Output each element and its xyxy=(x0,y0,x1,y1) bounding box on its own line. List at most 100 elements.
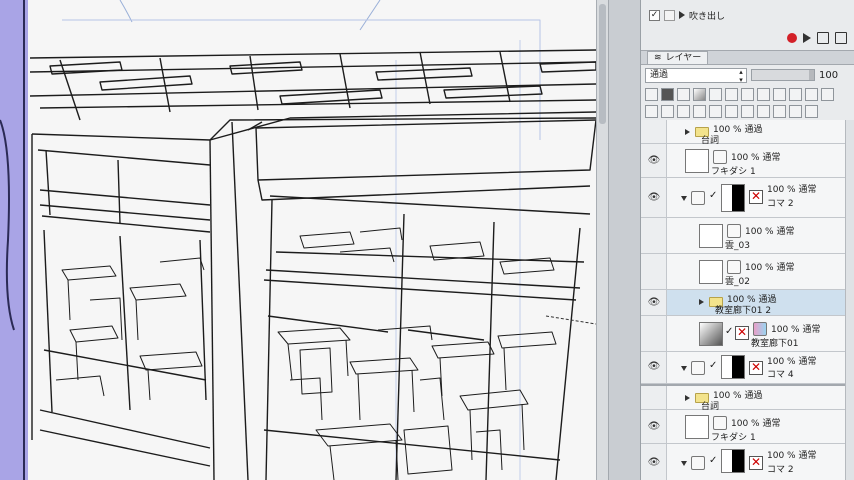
clip-icon[interactable] xyxy=(661,87,674,101)
layer-row-selected[interactable]: 👁 100 % 通過 教室廊下01 2 xyxy=(641,290,854,316)
color-icon[interactable] xyxy=(645,87,658,101)
eye-icon[interactable]: 👁 xyxy=(647,154,661,168)
layer-action-icons xyxy=(641,103,854,119)
layer-thumbnail xyxy=(721,449,745,473)
transfer-icon[interactable] xyxy=(725,104,738,118)
eye-icon[interactable]: 👁 xyxy=(647,360,661,374)
ruler-link-icon[interactable] xyxy=(773,104,786,118)
expand-arrow-icon[interactable] xyxy=(685,129,690,135)
balloon-checkbox[interactable]: ✓ xyxy=(649,9,660,21)
balloon-lock-box[interactable] xyxy=(664,9,675,21)
play-icon[interactable] xyxy=(803,33,811,43)
layer-row[interactable]: ✓ 100 % 通常 教室廊下01 xyxy=(641,316,854,352)
new-vector-icon[interactable] xyxy=(661,104,674,118)
tone-icon[interactable] xyxy=(805,87,818,101)
expand-triangle-icon[interactable] xyxy=(679,11,685,19)
blend-row: 通過 100 xyxy=(641,66,854,84)
drawing-canvas[interactable] xyxy=(0,0,596,480)
new-raster-icon[interactable] xyxy=(645,104,658,118)
layer-thumbnail xyxy=(685,149,709,173)
layer-thumbnail xyxy=(699,224,723,248)
layer-name: 雲_03 xyxy=(725,241,750,251)
layer-row[interactable]: 👁 ✓ 100 % 通常 コマ 2 xyxy=(641,444,854,480)
action-toolbar xyxy=(641,28,854,48)
record-icon[interactable] xyxy=(787,33,797,43)
duplicate-icon[interactable] xyxy=(709,104,722,118)
layer-row[interactable]: 100 % 通過 台詞 xyxy=(641,386,854,412)
ruler-icon[interactable] xyxy=(773,87,786,101)
layer-name: 教室廊下01 2 xyxy=(715,306,772,316)
mask-thumbnail xyxy=(749,455,763,470)
tab-layers-label: レイヤー xyxy=(665,52,702,63)
eye-column xyxy=(641,386,667,409)
layer-name: フキダシ 1 xyxy=(711,433,756,443)
layer-row[interactable]: 100 % 通常 雲_03 xyxy=(641,218,854,254)
delete-layer-icon[interactable] xyxy=(805,104,818,118)
layer-row[interactable]: 👁 100 % 通常 フキダシ 1 xyxy=(641,410,854,444)
layer-thumbnail xyxy=(699,322,723,346)
collapse-arrow-icon[interactable] xyxy=(681,461,687,466)
pen-icon[interactable] xyxy=(693,87,706,101)
gradient-layer-icon xyxy=(753,322,767,336)
balloon-layer-icon xyxy=(713,416,727,430)
scrollbar-thumb[interactable] xyxy=(599,4,606,124)
eye-icon[interactable]: 👁 xyxy=(647,420,661,434)
balloon-item-row[interactable]: ✓ 吹き出し xyxy=(641,6,854,24)
layer-panel-scrollbar[interactable] xyxy=(845,120,854,480)
effect-icon[interactable] xyxy=(821,87,834,101)
trash-icon[interactable] xyxy=(835,32,847,44)
opacity-value: 100 xyxy=(819,69,839,81)
eye-column xyxy=(641,254,667,289)
check-icon: ✓ xyxy=(725,326,734,337)
layer-opacity-mode: 100 % 通常 xyxy=(731,419,781,429)
layer-name: コマ 2 xyxy=(767,199,794,209)
lock-alpha-icon[interactable] xyxy=(725,87,738,101)
eye-icon[interactable]: 👁 xyxy=(647,456,661,470)
palette-icon[interactable] xyxy=(789,87,802,101)
collapse-arrow-icon[interactable] xyxy=(681,366,687,371)
layer-opacity-mode: 100 % 通常 xyxy=(767,185,817,195)
layer-row[interactable]: 👁 100 % 通常 フキダシ 1 xyxy=(641,144,854,178)
opacity-slider[interactable] xyxy=(751,69,815,81)
expand-arrow-icon[interactable] xyxy=(685,395,690,401)
canvas-vertical-scrollbar[interactable] xyxy=(596,0,608,480)
blend-mode-select[interactable]: 通過 xyxy=(645,67,747,84)
layer-row[interactable]: 👁 ✓ 100 % 通常 コマ 4 xyxy=(641,352,854,384)
layer-opacity-mode: 100 % 通過 xyxy=(713,125,763,135)
layer-row[interactable]: 👁 ✓ 100 % 通常 コマ 2 xyxy=(641,178,854,218)
layer-row[interactable]: 100 % 通常 雲_02 xyxy=(641,254,854,290)
layer-thumbnail xyxy=(685,415,709,439)
draft-icon[interactable] xyxy=(757,87,770,101)
check-icon: ✓ xyxy=(709,360,718,371)
balloon-layer-icon xyxy=(713,150,727,164)
layer-opacity-mode: 100 % 通常 xyxy=(731,153,781,163)
balloon-layer-icon xyxy=(727,260,741,274)
mask-icon[interactable] xyxy=(741,87,754,101)
app-window: ✓ 吹き出し ≋ レイヤー 通過 100 xyxy=(0,0,854,480)
reference-icon[interactable] xyxy=(677,87,690,101)
new-set-icon[interactable] xyxy=(817,32,829,44)
combine-icon[interactable] xyxy=(789,104,802,118)
layer-list-upper: 100 % 通過 台詞 👁 100 % 通常 フキダシ 1 👁 ✓ ✕ 100 … xyxy=(641,120,854,384)
layer-name: 教室廊下01 xyxy=(751,339,799,349)
eye-icon[interactable]: 👁 xyxy=(647,191,661,205)
collapse-arrow-icon[interactable] xyxy=(681,196,687,201)
merge-icon[interactable] xyxy=(693,104,706,118)
lock-icon[interactable] xyxy=(709,87,722,101)
layer-opacity-mode: 100 % 通常 xyxy=(771,325,821,335)
new-mask-icon[interactable] xyxy=(741,104,754,118)
classroom-line-art xyxy=(0,0,596,480)
layer-opacity-mode: 100 % 通常 xyxy=(767,357,817,367)
eye-icon[interactable]: 👁 xyxy=(647,296,661,310)
apply-mask-icon[interactable] xyxy=(757,104,770,118)
new-folder-icon[interactable] xyxy=(677,104,690,118)
tab-layers[interactable]: ≋ レイヤー xyxy=(647,51,709,64)
check-icon: ✓ xyxy=(709,455,718,466)
expand-arrow-icon[interactable] xyxy=(699,299,704,305)
layer-name: フキダシ 1 xyxy=(711,167,756,177)
layer-row[interactable]: 100 % 通過 台詞 xyxy=(641,120,854,146)
panel-gutter xyxy=(608,0,640,480)
frame-folder-icon xyxy=(691,456,705,470)
eye-column xyxy=(641,316,667,351)
balloon-item-label: 吹き出し xyxy=(689,11,726,22)
